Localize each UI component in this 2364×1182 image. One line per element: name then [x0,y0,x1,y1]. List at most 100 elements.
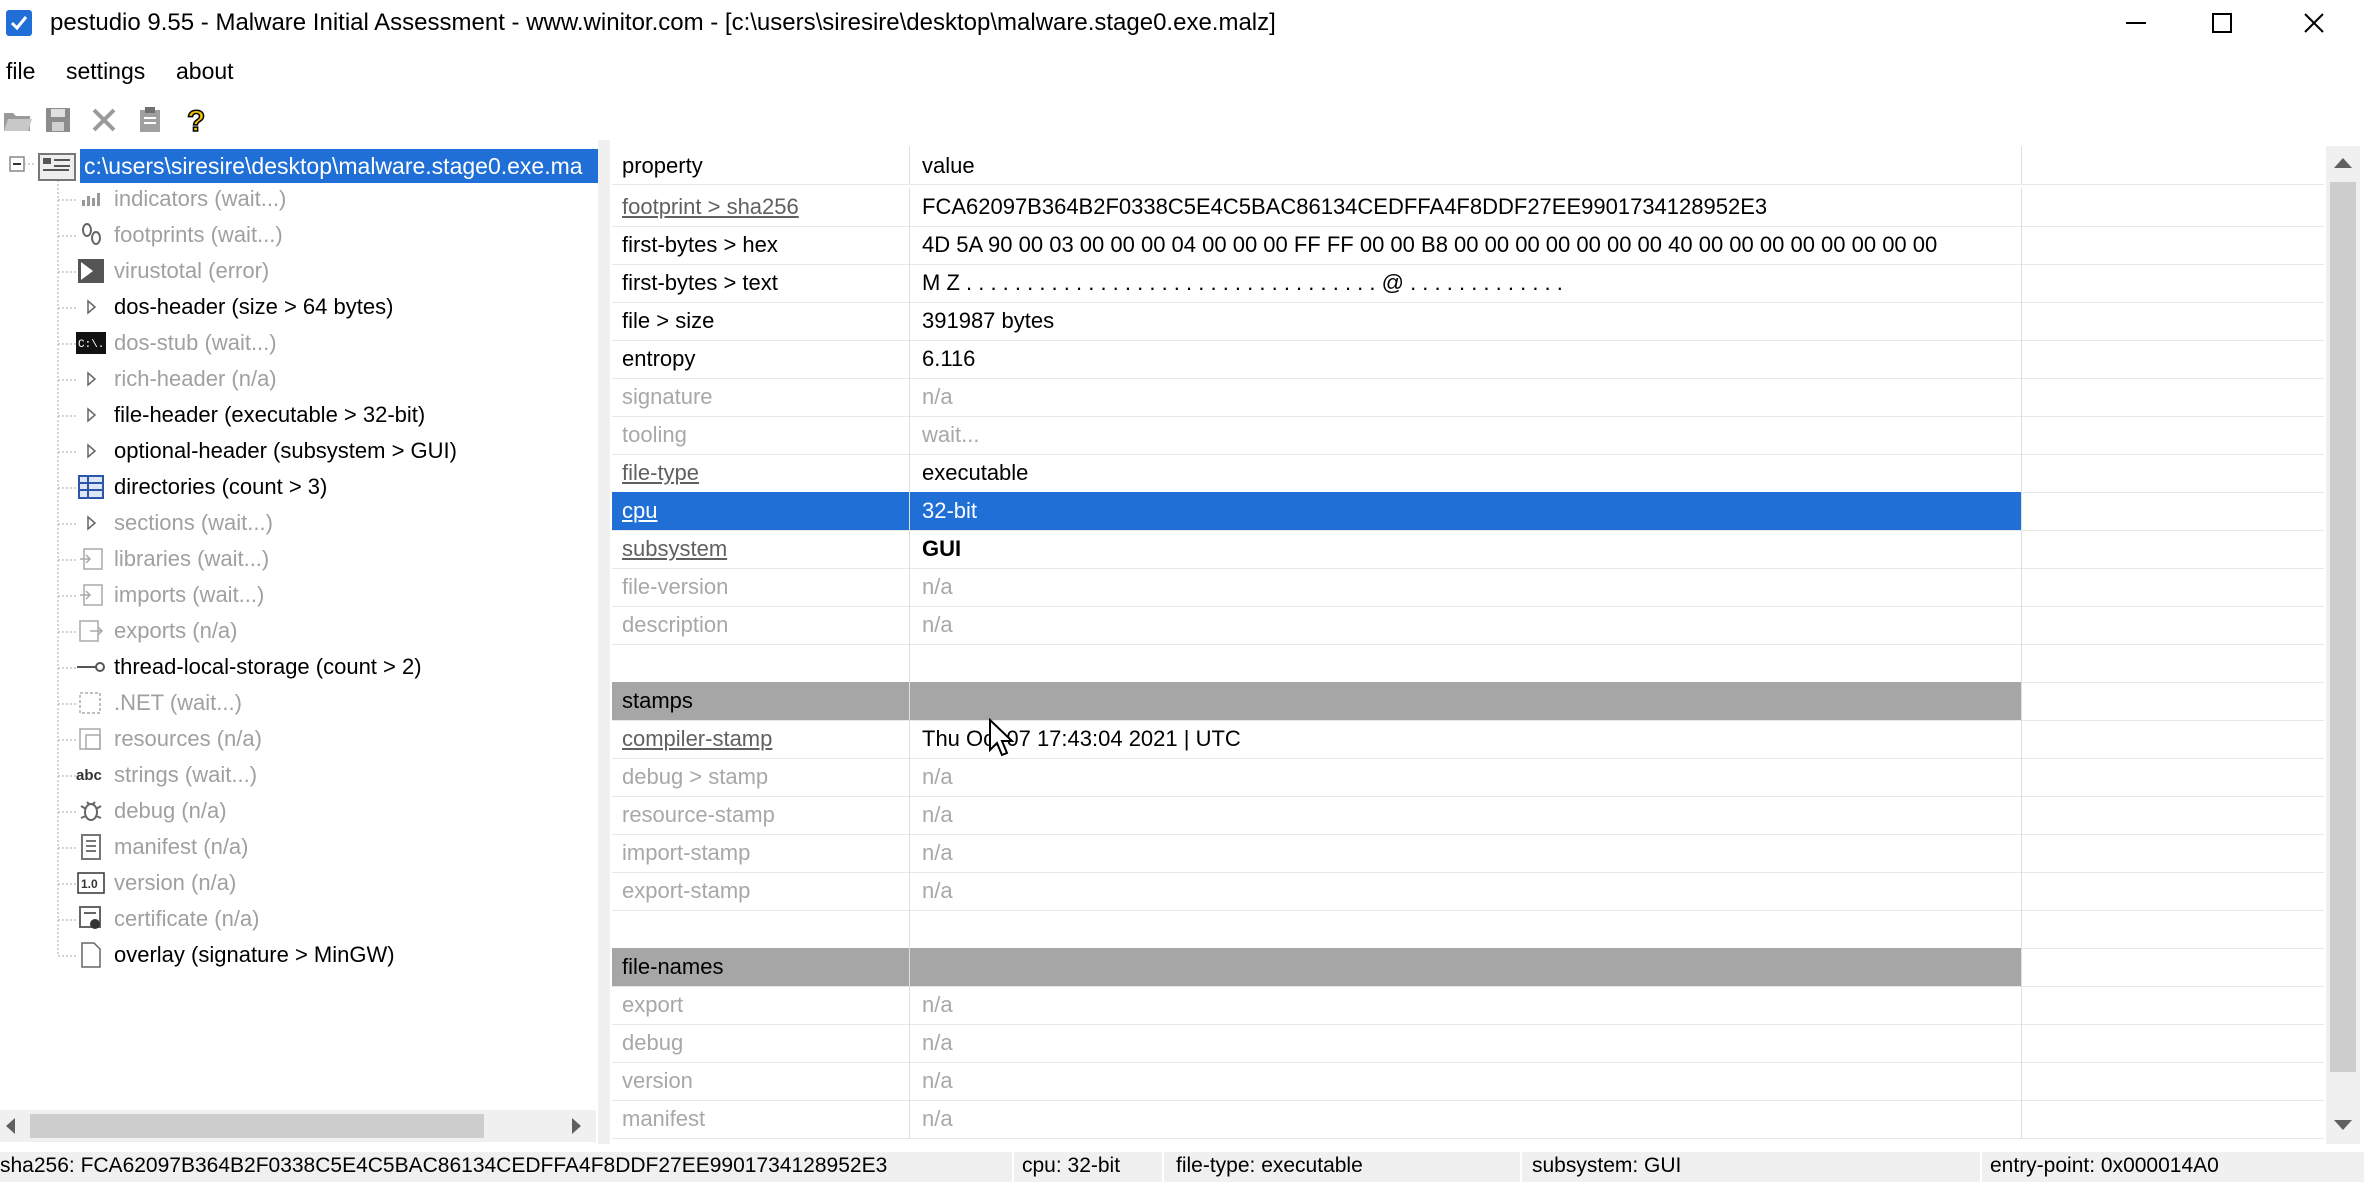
tree-item[interactable]: imports (wait...) [76,578,264,612]
tree-item[interactable]: manifest (n/a) [76,830,249,864]
scroll-up-icon[interactable] [2334,158,2352,168]
property-label[interactable]: compiler-stamp [622,726,772,751]
value-cell: n/a [910,378,2022,416]
grid-row[interactable]: debug n/a [612,1024,2324,1063]
tree-item[interactable]: libraries (wait...) [76,542,269,576]
value-cell [910,910,2022,948]
tree-item[interactable]: exports (n/a) [76,614,238,648]
grid-section-row[interactable]: stamps [612,682,2324,721]
grid-row[interactable]: export-stamp n/a [612,872,2324,911]
tree-item[interactable]: 1.0 version (n/a) [76,866,236,900]
grid-row[interactable]: file-type executable [612,454,2324,493]
scroll-down-icon[interactable] [2334,1120,2352,1130]
column-header-value[interactable]: value [910,146,2022,184]
property-label[interactable]: subsystem [622,536,727,561]
tree-item[interactable]: resources (n/a) [76,722,262,756]
value-cell [910,682,2022,720]
scroll-left-icon[interactable] [6,1118,15,1134]
tree-item[interactable]: directories (count > 3) [76,470,327,504]
tree-item[interactable]: optional-header (subsystem > GUI) [76,434,457,468]
grid-row[interactable]: first-bytes > hex 4D 5A 90 00 03 00 00 00… [612,226,2324,265]
panel-splitter[interactable] [598,140,610,1144]
column-header-property[interactable]: property [612,146,910,184]
tree-item[interactable]: indicators (wait...) [76,182,286,216]
property-cell[interactable]: footprint > sha256 [612,188,910,226]
tree-item[interactable]: .NET (wait...) [76,686,242,720]
property-label[interactable]: cpu [622,498,657,523]
import-icon [76,581,106,609]
property-cell: entropy [612,340,910,378]
property-label: export [622,992,684,1017]
grid-row[interactable]: entropy 6.116 [612,340,2324,379]
grid-row[interactable]: compiler-stamp Thu Oct 07 17:43:04 2021 |… [612,720,2324,759]
export-icon [76,617,106,645]
maximize-button[interactable] [2176,0,2268,46]
grid-row[interactable] [612,644,2324,683]
grid-row[interactable]: footprint > sha256 FCA62097B364B2F0338C5E… [612,188,2324,227]
grid-row[interactable]: file > size 391987 bytes [612,302,2324,341]
tree-item[interactable]: C:\. dos-stub (wait...) [76,326,277,360]
grid-scroll-thumb[interactable] [2330,182,2356,1072]
tree-item[interactable]: footprints (wait...) [76,218,283,252]
tree-item-label: dos-stub (wait...) [114,330,277,355]
grid-row[interactable]: version n/a [612,1062,2324,1101]
grid-row[interactable]: manifest n/a [612,1100,2324,1139]
tree-item[interactable]: thread-local-storage (count > 2) [76,650,422,684]
grid-row[interactable] [612,910,2324,949]
tree-item[interactable]: debug (n/a) [76,794,227,828]
grid-row[interactable]: first-bytes > text M Z . . . . . . . . . … [612,264,2324,303]
tree-item[interactable]: sections (wait...) [76,506,273,540]
value-cell [910,644,2022,682]
console-icon: C:\. [76,329,106,357]
tree-item[interactable]: overlay (signature > MinGW) [76,938,395,972]
grid-row[interactable]: import-stamp n/a [612,834,2324,873]
minimize-button[interactable] [2090,0,2182,46]
extra-cell [2022,378,2324,416]
expand-arrow-icon[interactable] [76,365,106,393]
column-header-extra[interactable] [2022,146,2324,184]
tree-item[interactable]: file-header (executable > 32-bit) [76,398,425,432]
tree-item[interactable]: virustotal (error) [76,254,269,288]
grid-row[interactable]: subsystem GUI [612,530,2324,569]
bug-icon [76,797,106,825]
extra-cell [2022,416,2324,454]
tree-item[interactable]: abc strings (wait...) [76,758,257,792]
property-cell[interactable]: subsystem [612,530,910,568]
expand-arrow-icon[interactable] [76,437,106,465]
grid-section-row[interactable]: file-names [612,948,2324,987]
property-cell[interactable]: compiler-stamp [612,720,910,758]
close-window-button[interactable] [2268,0,2360,46]
grid-row[interactable]: cpu 32-bit [612,492,2324,531]
svg-text:C:\.: C:\. [78,339,104,351]
expand-arrow-icon[interactable] [76,293,106,321]
property-cell[interactable]: cpu [612,492,910,530]
tree-root-file[interactable]: c:\users\siresire\desktop\malware.stage0… [80,149,600,183]
tree-item-label: file-header (executable > 32-bit) [114,402,426,427]
extra-cell [2022,530,2324,568]
grid-row[interactable]: description n/a [612,606,2324,645]
expand-arrow-icon[interactable] [76,509,106,537]
version-icon: 1.0 [76,869,106,897]
tree-item[interactable]: certificate (n/a) [76,902,260,936]
directory-grid-icon [76,473,106,501]
property-label[interactable]: footprint > sha256 [622,194,799,219]
grid-row[interactable]: debug > stamp n/a [612,758,2324,797]
grid-vertical-scrollbar[interactable] [2326,146,2360,1144]
tree-item[interactable]: rich-header (n/a) [76,362,277,396]
grid-row[interactable]: resource-stamp n/a [612,796,2324,835]
tree-scroll-thumb[interactable] [30,1114,484,1138]
grid-row[interactable]: signature n/a [612,378,2324,417]
expand-arrow-icon[interactable] [76,401,106,429]
grid-row[interactable]: file-version n/a [612,568,2324,607]
grid-row[interactable]: tooling wait... [612,416,2324,455]
grid-row[interactable]: export n/a [612,986,2324,1025]
svg-text:abc: abc [76,767,102,784]
property-cell: export-stamp [612,872,910,910]
extra-cell [2022,834,2324,872]
property-cell[interactable]: file-type [612,454,910,492]
tree-horizontal-scrollbar[interactable] [0,1110,596,1142]
scroll-right-icon[interactable] [572,1118,581,1134]
tree-item-label: footprints (wait...) [114,222,283,247]
tree-item[interactable]: dos-header (size > 64 bytes) [76,290,393,324]
property-label[interactable]: file-type [622,460,699,485]
